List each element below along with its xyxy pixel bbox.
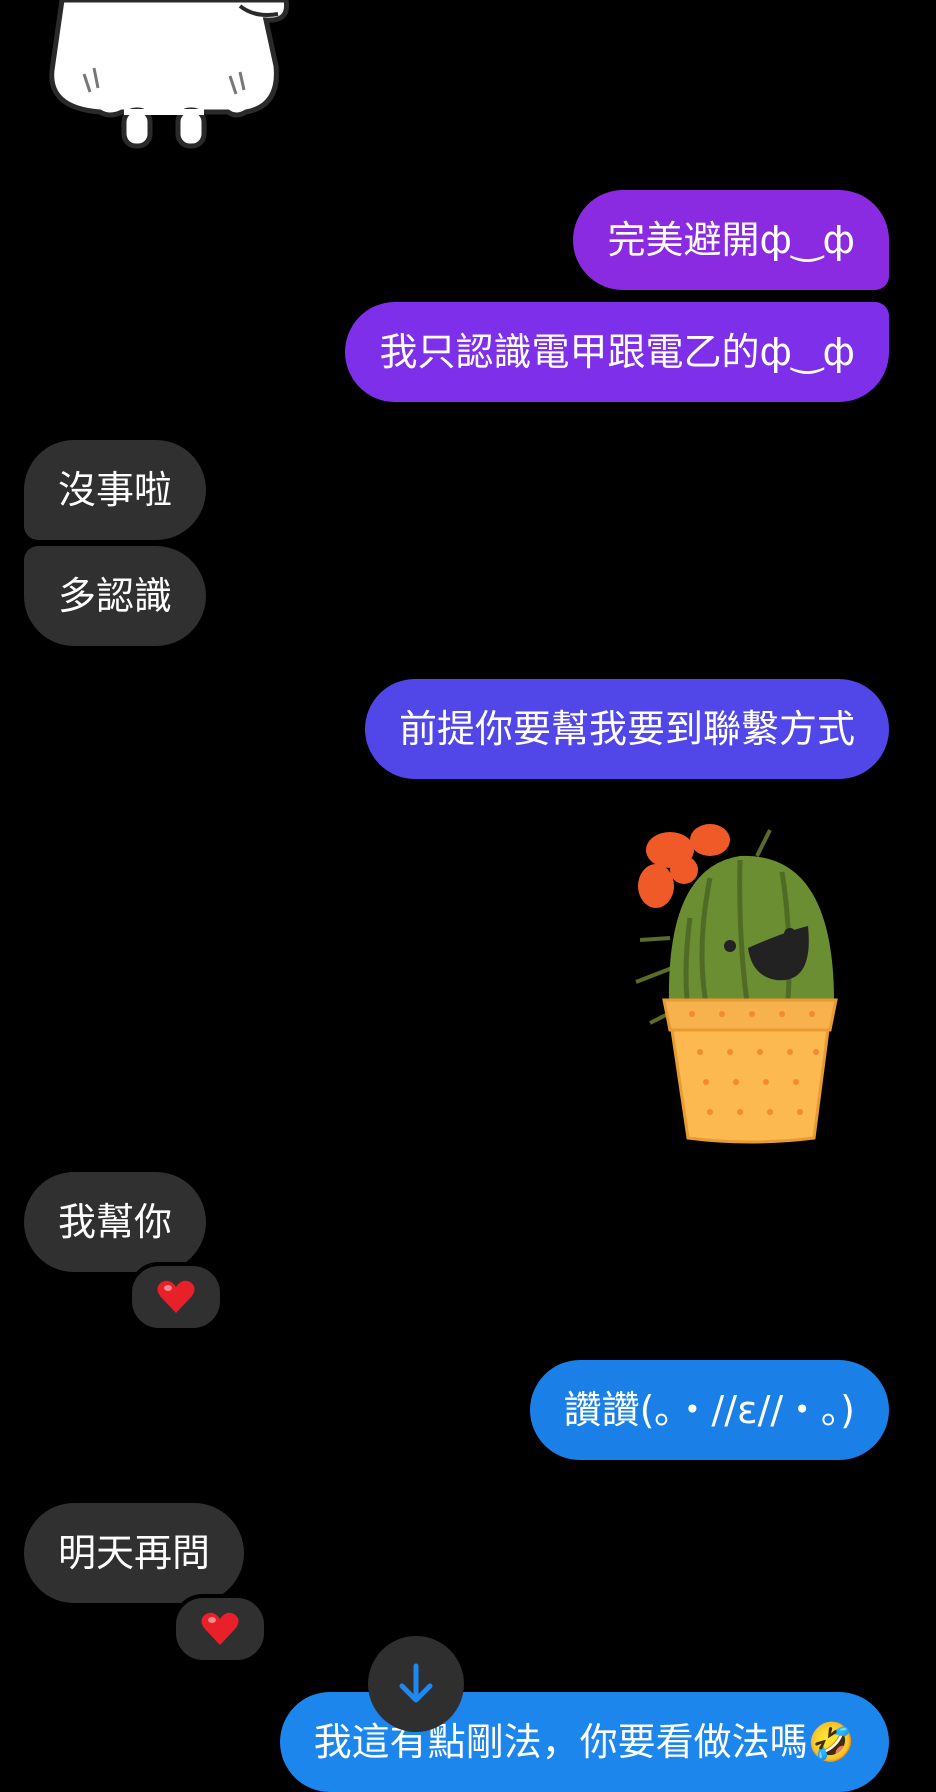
cactus-sticker[interactable] xyxy=(610,808,850,1148)
reaction-badge[interactable] xyxy=(128,1262,224,1332)
message-bubble-received[interactable]: 沒事啦 xyxy=(24,440,207,540)
message-bubble-sent[interactable]: 我這有點剛法，你要看做法嗎🤣 xyxy=(279,1692,889,1792)
reaction-badge[interactable] xyxy=(172,1594,268,1664)
ghost-sticker[interactable] xyxy=(40,0,300,150)
heart-icon xyxy=(157,1280,195,1313)
arrow-down-icon xyxy=(399,1663,433,1703)
message-bubble-received[interactable]: 我幫你 xyxy=(24,1172,207,1272)
heart-icon xyxy=(201,1612,239,1645)
message-bubble-sent[interactable]: 前提你要幫我要到聯繫方式 xyxy=(364,679,889,779)
message-bubble-sent[interactable]: 讚讚(｡・//ε//・｡) xyxy=(529,1360,889,1460)
message-bubble-sent[interactable]: 完美避開ф‿ф xyxy=(573,190,889,290)
message-bubble-sent[interactable]: 我只認識電甲跟電乙的ф‿ф xyxy=(345,302,889,402)
message-bubble-received[interactable]: 明天再問 xyxy=(24,1503,245,1603)
message-bubble-received[interactable]: 多認識 xyxy=(24,546,207,646)
scroll-to-bottom-button[interactable] xyxy=(368,1636,464,1732)
